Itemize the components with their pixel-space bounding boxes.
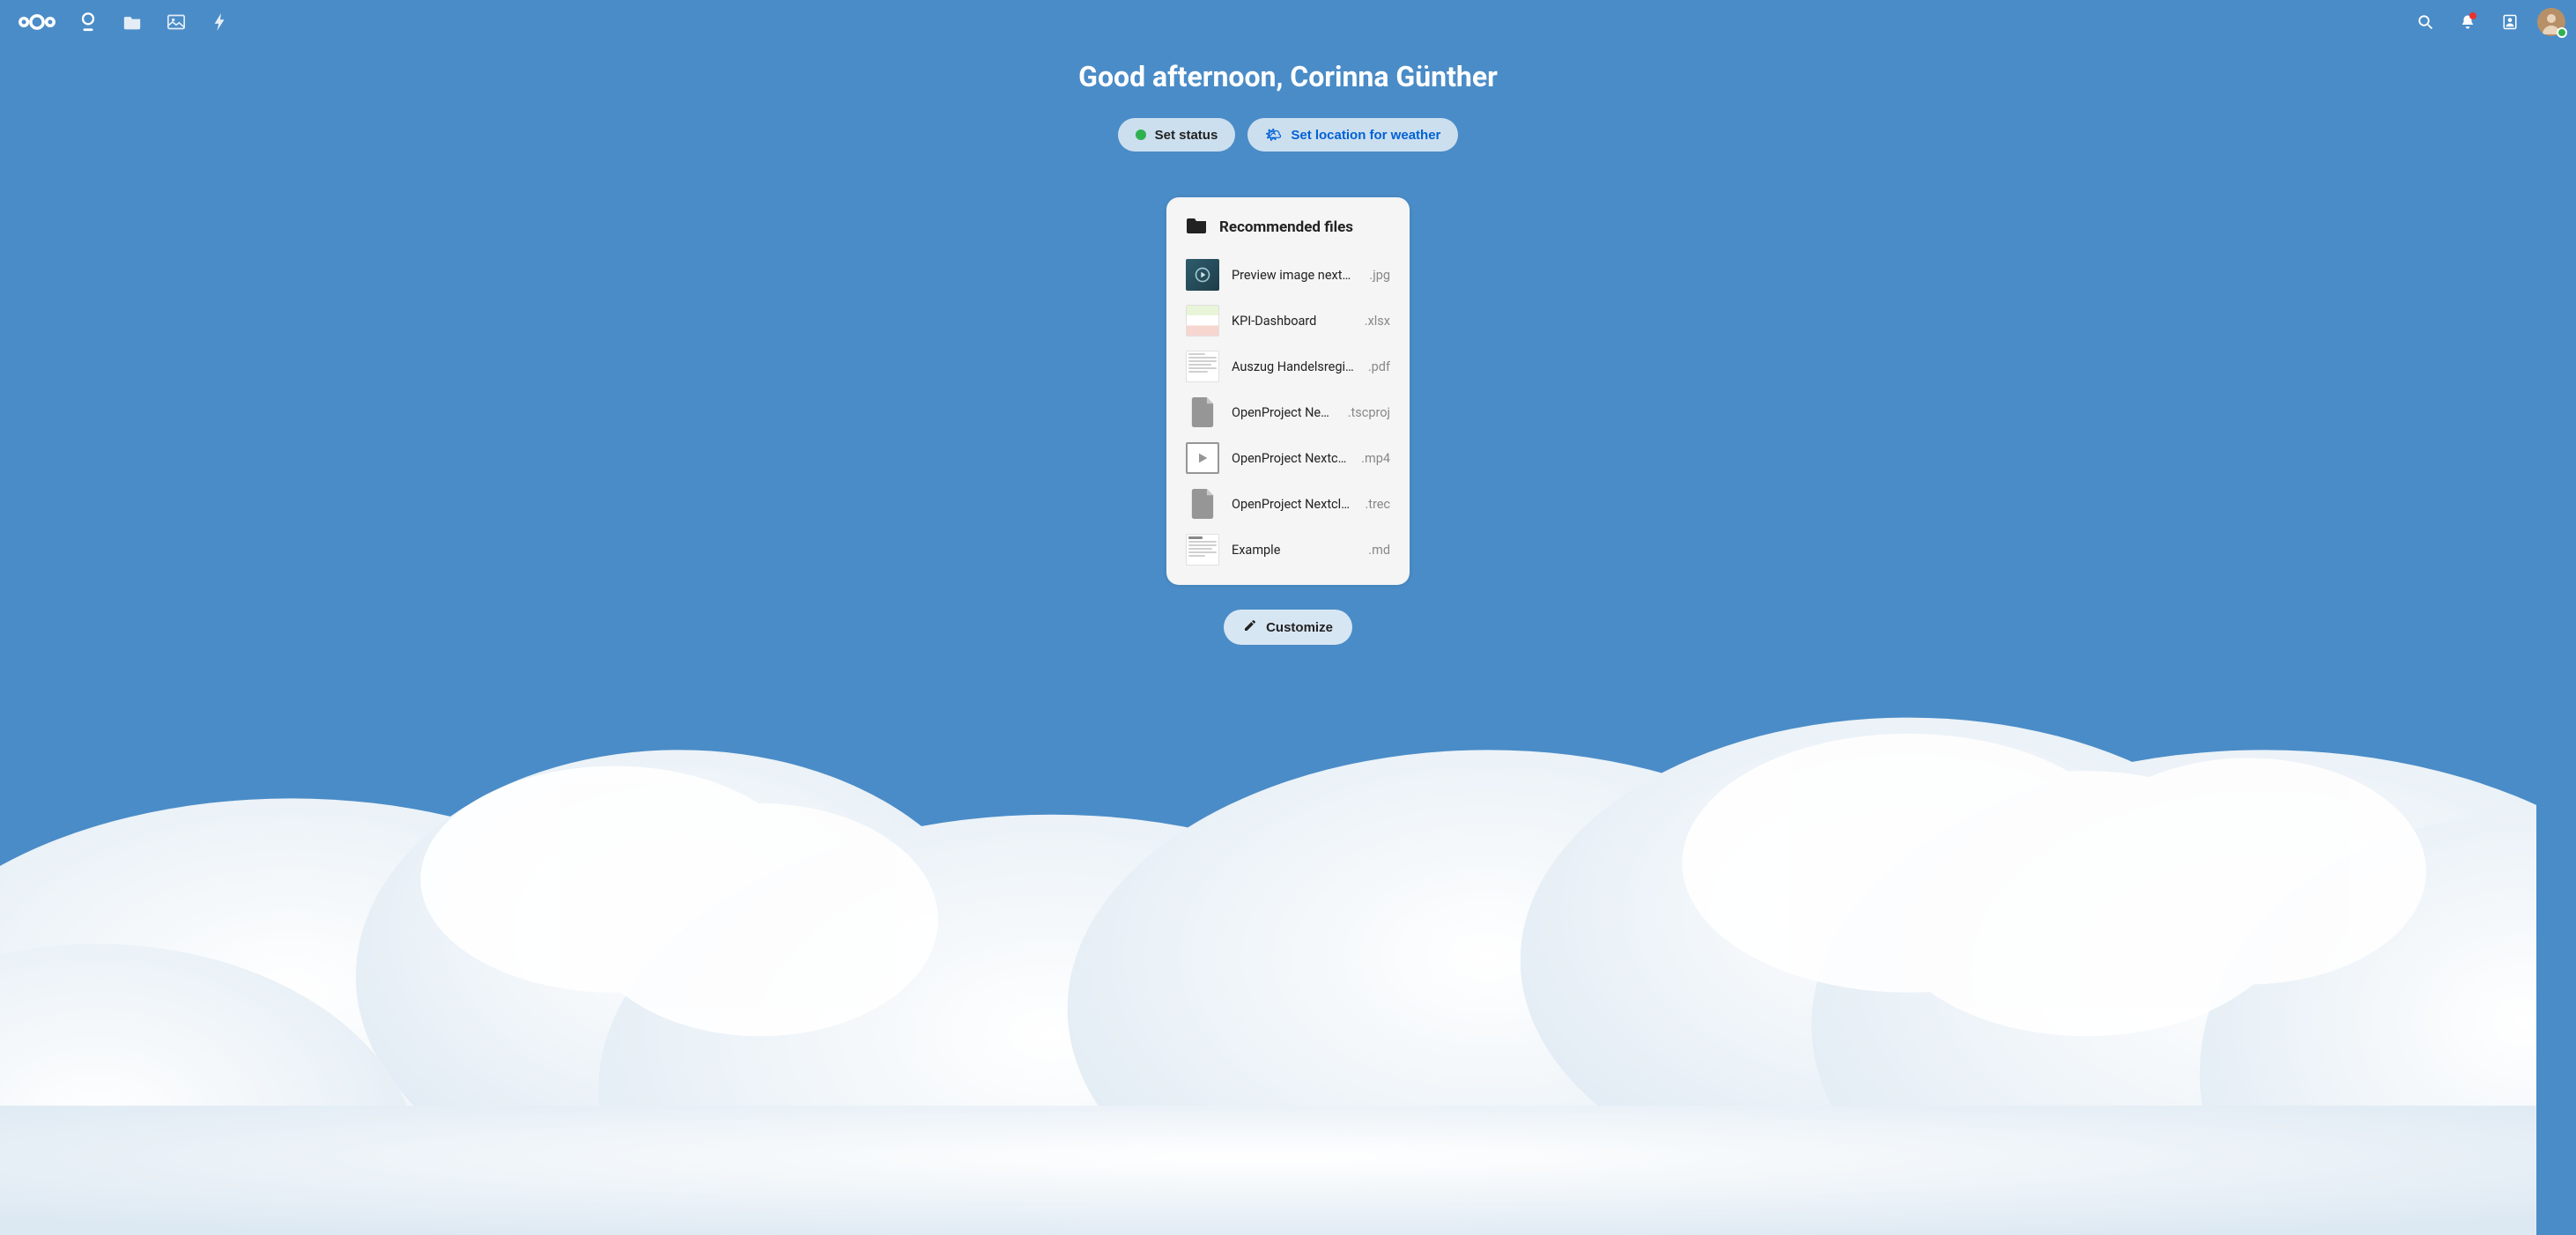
file-extension: .md bbox=[1368, 543, 1390, 558]
file-name: OpenProject Nextclou… bbox=[1232, 405, 1334, 420]
nextcloud-logo[interactable] bbox=[11, 12, 63, 32]
file-thumbnail bbox=[1186, 351, 1219, 382]
notification-badge bbox=[2469, 12, 2476, 19]
file-thumbnail bbox=[1186, 396, 1219, 428]
nav-dashboard[interactable] bbox=[69, 3, 107, 41]
user-status-online-icon bbox=[2557, 27, 2567, 38]
file-name: KPI-Dashboard bbox=[1232, 314, 1351, 329]
search-icon[interactable] bbox=[2410, 7, 2440, 37]
file-row[interactable]: OpenProject Nextclou… .mp4 bbox=[1177, 435, 1399, 481]
set-weather-location-button[interactable]: 🌤 Set location for weather bbox=[1247, 118, 1458, 152]
app-header bbox=[0, 0, 2576, 44]
pencil-icon bbox=[1243, 618, 1257, 636]
customize-label: Customize bbox=[1266, 620, 1333, 635]
file-row[interactable]: KPI-Dashboard .xlsx bbox=[1177, 298, 1399, 344]
file-name: Preview image nextclo… bbox=[1232, 268, 1355, 283]
folder-icon bbox=[1186, 217, 1207, 238]
set-status-label: Set status bbox=[1155, 128, 1218, 143]
nav-photos[interactable] bbox=[157, 3, 196, 41]
file-thumbnail bbox=[1186, 259, 1219, 291]
file-row[interactable]: Preview image nextclo… .jpg bbox=[1177, 252, 1399, 298]
user-avatar[interactable] bbox=[2537, 8, 2565, 36]
file-thumbnail bbox=[1186, 488, 1219, 520]
greeting-title: Good afternoon, Corinna Günther bbox=[1078, 60, 1498, 93]
set-weather-label: Set location for weather bbox=[1291, 128, 1440, 143]
file-thumbnail bbox=[1186, 442, 1219, 474]
widget-title: Recommended files bbox=[1219, 218, 1353, 236]
file-name: OpenProject Nextclou… bbox=[1232, 451, 1347, 466]
file-extension: .tscproj bbox=[1348, 405, 1390, 420]
nav-activity[interactable] bbox=[201, 3, 240, 41]
file-row[interactable]: OpenProject Nextclou… .tscproj bbox=[1177, 389, 1399, 435]
file-extension: .xlsx bbox=[1365, 314, 1390, 329]
weather-icon: 🌤 bbox=[1265, 127, 1282, 143]
file-thumbnail bbox=[1186, 305, 1219, 336]
file-extension: .jpg bbox=[1369, 268, 1390, 283]
file-row[interactable]: Example .md bbox=[1177, 527, 1399, 573]
notifications-icon[interactable] bbox=[2453, 7, 2483, 37]
file-name: OpenProject Nextclou… bbox=[1232, 497, 1351, 512]
contacts-icon[interactable] bbox=[2495, 7, 2525, 37]
file-thumbnail bbox=[1186, 534, 1219, 566]
status-online-icon bbox=[1136, 129, 1146, 140]
set-status-button[interactable]: Set status bbox=[1118, 118, 1236, 152]
customize-button[interactable]: Customize bbox=[1224, 610, 1352, 645]
file-extension: .trec bbox=[1365, 497, 1390, 512]
file-name: Auszug Handelsregiste… bbox=[1232, 359, 1354, 374]
file-extension: .pdf bbox=[1368, 359, 1390, 374]
file-name: Example bbox=[1232, 543, 1354, 558]
file-extension: .mp4 bbox=[1361, 451, 1390, 466]
file-row[interactable]: Auszug Handelsregiste… .pdf bbox=[1177, 344, 1399, 389]
background-clouds bbox=[0, 556, 2576, 1235]
nav-files[interactable] bbox=[113, 3, 152, 41]
file-row[interactable]: OpenProject Nextclou… .trec bbox=[1177, 481, 1399, 527]
recommended-files-widget: Recommended files Preview image nextclo…… bbox=[1166, 197, 1410, 585]
